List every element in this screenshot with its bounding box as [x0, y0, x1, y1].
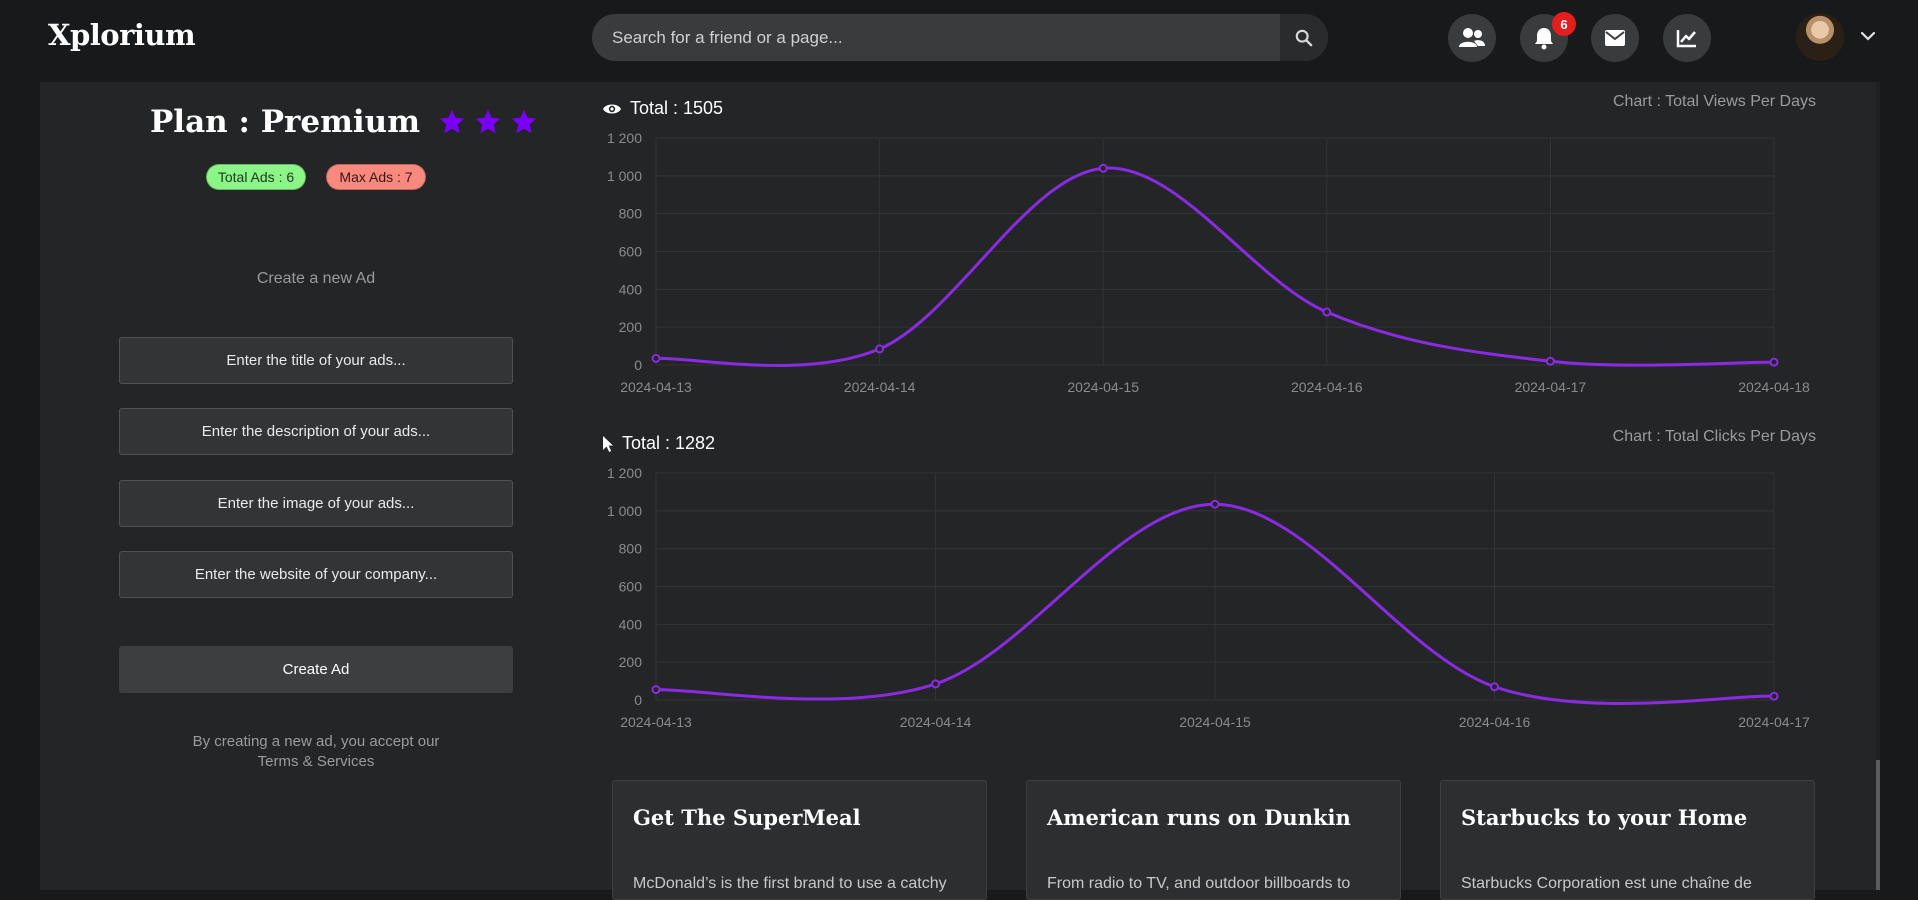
clicks-chart-data-point: [931, 679, 940, 689]
views-chart-x-tick-label: 2024-04-17: [1515, 379, 1587, 395]
views-chart-y-tick-label: 800: [619, 206, 643, 222]
clicks-chart-caption: Chart : Total Clicks Per Days: [1612, 428, 1816, 445]
star-icon: [511, 109, 537, 134]
create-ad-button[interactable]: Create Ad: [119, 646, 513, 693]
total-ads-badge: Total Ads : 6: [206, 164, 306, 190]
ad-website-input[interactable]: [119, 551, 513, 598]
search-input[interactable]: [592, 14, 1280, 61]
views-chart-y-tick-label: 400: [619, 281, 643, 297]
ad-card[interactable]: Get The SuperMeal McDonald’s is the firs…: [612, 780, 987, 900]
views-chart-data-point: [1545, 356, 1555, 366]
clicks-chart-y-tick-label: 200: [619, 654, 643, 670]
views-total-text: Total : 1505: [630, 98, 724, 118]
ad-card[interactable]: Starbucks to your Home Starbucks Corpora…: [1440, 780, 1815, 900]
clicks-chart-y-tick-label: 1 200: [607, 465, 642, 481]
chart-line-icon: [1676, 30, 1696, 48]
views-chart-data-point: [1769, 357, 1779, 367]
clicks-total-text: Total : 1282: [622, 433, 716, 453]
clicks-chart-y-tick-label: 800: [619, 541, 643, 557]
clicks-chart-data-point: [1769, 691, 1779, 701]
scrollbar-thumb[interactable]: [1876, 760, 1880, 890]
search-bar: [592, 14, 1328, 61]
views-total: Total : 1505: [602, 98, 723, 119]
top-navbar: Xplorium 6: [0, 0, 1918, 76]
ad-card-description: McDonald’s is the first brand to use a c…: [633, 875, 947, 892]
eye-icon: [603, 104, 621, 113]
friends-button[interactable]: [1448, 14, 1496, 62]
statistics-button[interactable]: [1663, 14, 1711, 62]
ad-card-title: Get The SuperMeal: [633, 805, 861, 830]
views-chart: 0 200 400 600 800 1 000 1 200 2024-04-13 2024-04…: [607, 130, 1810, 395]
search-icon: [1295, 29, 1313, 46]
views-chart-y-tick-label: 0: [634, 357, 642, 373]
ad-card[interactable]: American runs on Dunkin From radio to TV…: [1026, 780, 1401, 900]
app-logo[interactable]: Xplorium: [48, 18, 196, 52]
terms-link[interactable]: Terms & Services: [119, 752, 513, 772]
views-chart-data-point: [1322, 307, 1332, 317]
user-avatar[interactable]: [1796, 13, 1844, 61]
clicks-chart-y-tick-label: 0: [634, 692, 642, 708]
terms-notice: By creating a new ad, you accept our Ter…: [119, 732, 513, 772]
clicks-chart-x-tick-label: 2024-04-15: [1179, 714, 1251, 730]
views-chart-caption: Chart : Total Views Per Days: [1612, 93, 1816, 110]
friends-icon: [1459, 28, 1485, 47]
envelope-icon: [1605, 30, 1625, 46]
plan-stars: [438, 108, 538, 136]
views-chart-series-line: [655, 166, 1775, 367]
views-chart-y-tick-label: 1 200: [607, 130, 642, 146]
terms-text: By creating a new ad, you accept our: [192, 733, 440, 750]
views-chart-x-tick-label: 2024-04-15: [1067, 379, 1139, 395]
views-chart-data-point: [875, 344, 885, 354]
clicks-chart-y-tick-label: 600: [619, 579, 643, 595]
plan-title-text: Plan : Premium: [150, 104, 421, 140]
clicks-chart-data-point: [1210, 499, 1220, 509]
views-chart-x-tick-label: 2024-04-18: [1738, 379, 1810, 395]
clicks-chart-x-tick-label: 2024-04-14: [900, 714, 972, 730]
ad-title-input[interactable]: [119, 337, 513, 384]
views-chart-data-point: [1098, 163, 1108, 173]
ad-card-title: American runs on Dunkin: [1047, 805, 1351, 830]
search-button[interactable]: [1280, 14, 1328, 61]
clicks-chart-x-tick-label: 2024-04-17: [1738, 714, 1810, 730]
views-chart-y-tick-label: 600: [619, 244, 643, 260]
star-icon: [439, 109, 465, 134]
messages-button[interactable]: [1591, 14, 1639, 62]
views-chart-data-point: [651, 353, 661, 363]
cursor-icon: [603, 435, 613, 452]
ad-card-title: Starbucks to your Home: [1461, 805, 1748, 830]
max-ads-badge: Max Ads : 7: [326, 164, 426, 190]
ad-description-input[interactable]: [119, 408, 513, 455]
clicks-chart-data-point: [651, 685, 661, 695]
views-chart-x-tick-label: 2024-04-14: [844, 379, 916, 395]
clicks-chart-y-tick-label: 1 000: [607, 503, 642, 519]
ad-card-description: Starbucks Corporation est une chaîne de: [1461, 875, 1752, 892]
clicks-chart-data-point: [1490, 682, 1499, 692]
views-chart-y-tick-label: 1 000: [607, 168, 642, 184]
notification-badge: 6: [1552, 12, 1576, 36]
clicks-total: Total : 1282: [602, 433, 715, 454]
star-icon: [475, 109, 501, 134]
clicks-chart-x-tick-label: 2024-04-13: [620, 714, 692, 730]
clicks-chart: 0 200 400 600 800 1 000 1 200 2024-04-13 2024-04…: [607, 465, 1810, 730]
chevron-down-icon: [1860, 31, 1876, 41]
views-chart-x-tick-label: 2024-04-13: [620, 379, 692, 395]
clicks-chart-y-tick-label: 400: [619, 616, 643, 632]
plan-title: Plan : Premium: [150, 104, 538, 140]
views-chart-y-tick-label: 200: [619, 319, 643, 335]
profile-menu-toggle[interactable]: [1858, 26, 1878, 46]
clicks-chart-x-tick-label: 2024-04-16: [1459, 714, 1531, 730]
bell-icon: [1535, 28, 1553, 50]
ad-card-description: From radio to TV, and outdoor billboards…: [1047, 875, 1351, 892]
create-ad-heading: Create a new Ad: [256, 270, 376, 287]
views-chart-x-tick-label: 2024-04-16: [1291, 379, 1363, 395]
ad-image-input[interactable]: [119, 480, 513, 527]
